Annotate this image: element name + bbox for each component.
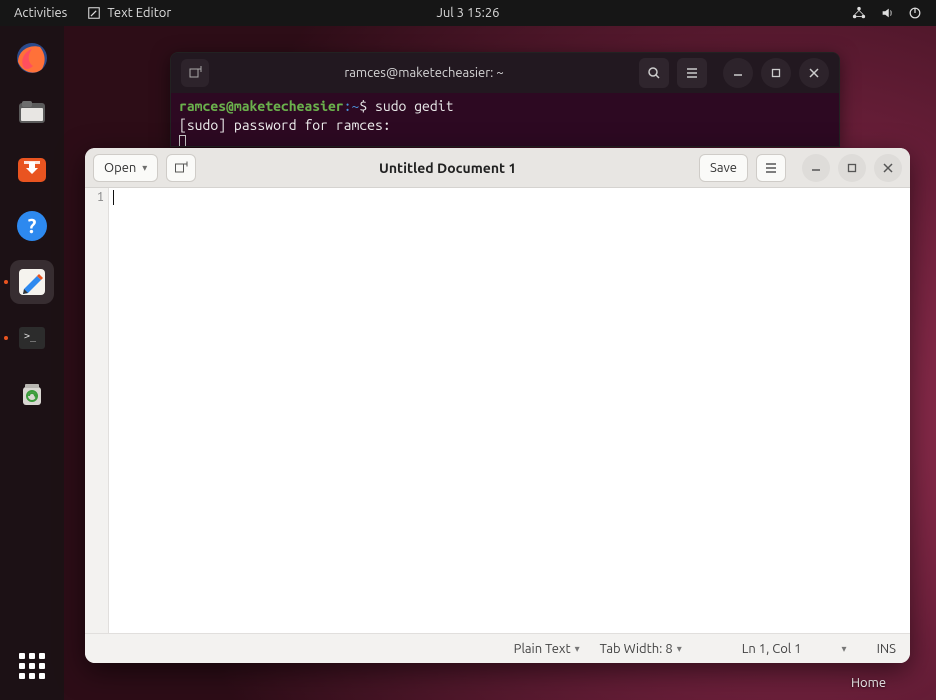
terminal-new-tab-button[interactable] [181,59,209,87]
dock-terminal[interactable]: >_ [10,316,54,360]
svg-text:>_: >_ [24,331,37,342]
dock-files[interactable] [10,92,54,136]
line-gutter: 1 [85,188,109,633]
dock-firefox[interactable] [10,36,54,80]
open-button[interactable]: Open ▾ [93,154,158,182]
clock[interactable]: Jul 3 15:26 [436,6,499,20]
terminal-minimize-button[interactable] [723,58,753,88]
tabwidth-selector[interactable]: Tab Width: 8 ▾ [600,642,682,656]
gedit-body: 1 [85,188,910,633]
editor-area[interactable] [109,188,910,633]
chevron-down-icon: ▾ [677,643,682,655]
syntax-label: Plain Text [514,642,571,656]
save-button[interactable]: Save [699,154,748,182]
app-indicator[interactable]: Text Editor [87,6,171,20]
tabwidth-label: Tab Width: 8 [600,642,673,656]
terminal-menu-button[interactable] [677,58,707,88]
gedit-title: Untitled Document 1 [204,160,691,176]
dock-software[interactable] [10,148,54,192]
svg-text:?: ? [28,214,37,237]
dock: ? >_ [0,26,64,700]
gedit-close-button[interactable] [874,154,902,182]
new-tab-button[interactable] [166,154,196,182]
gedit-minimize-button[interactable] [802,154,830,182]
text-caret [113,190,114,205]
line-number: 1 [89,190,104,204]
gedit-window[interactable]: Open ▾ Untitled Document 1 Save 1 [85,148,910,663]
text-editor-icon [87,6,101,20]
terminal-line-2: [sudo] password for ramces: [179,116,831,135]
terminal-title: ramces@maketecheasier: ~ [217,66,631,80]
terminal-search-button[interactable] [639,58,669,88]
dock-app-grid[interactable] [10,644,54,688]
app-indicator-label: Text Editor [107,6,171,20]
top-bar: Activities Text Editor Jul 3 15:26 [0,0,936,26]
dock-help[interactable]: ? [10,204,54,248]
desktop-home-label[interactable]: Home [851,676,886,690]
dock-trash[interactable] [10,372,54,416]
chevron-down-icon[interactable]: ▾ [842,643,847,655]
terminal-header: ramces@maketecheasier: ~ [171,53,839,93]
terminal-body[interactable]: ramces@maketecheasier:~$ sudo gedit [sud… [171,93,839,147]
terminal-cursor [179,135,831,147]
chevron-down-icon: ▾ [142,162,147,174]
open-button-label: Open [104,161,136,175]
gedit-status-bar: Plain Text ▾ Tab Width: 8 ▾ Ln 1, Col 1 … [85,633,910,663]
insert-mode[interactable]: INS [877,642,896,656]
cursor-position: Ln 1, Col 1 [742,642,802,656]
power-icon[interactable] [908,6,922,20]
gedit-maximize-button[interactable] [838,154,866,182]
terminal-window[interactable]: ramces@maketecheasier: ~ ramces@maketech… [170,52,840,147]
terminal-maximize-button[interactable] [761,58,791,88]
activities-button[interactable]: Activities [14,6,67,20]
syntax-selector[interactable]: Plain Text ▾ [514,642,580,656]
network-icon[interactable] [852,6,866,20]
save-button-label: Save [710,161,737,175]
gedit-menu-button[interactable] [756,154,786,182]
dock-text-editor[interactable] [10,260,54,304]
chevron-down-icon: ▾ [575,643,580,655]
volume-icon[interactable] [880,6,894,20]
gedit-header: Open ▾ Untitled Document 1 Save [85,148,910,188]
terminal-line-1: ramces@maketecheasier:~$ sudo gedit [179,97,831,116]
terminal-close-button[interactable] [799,58,829,88]
